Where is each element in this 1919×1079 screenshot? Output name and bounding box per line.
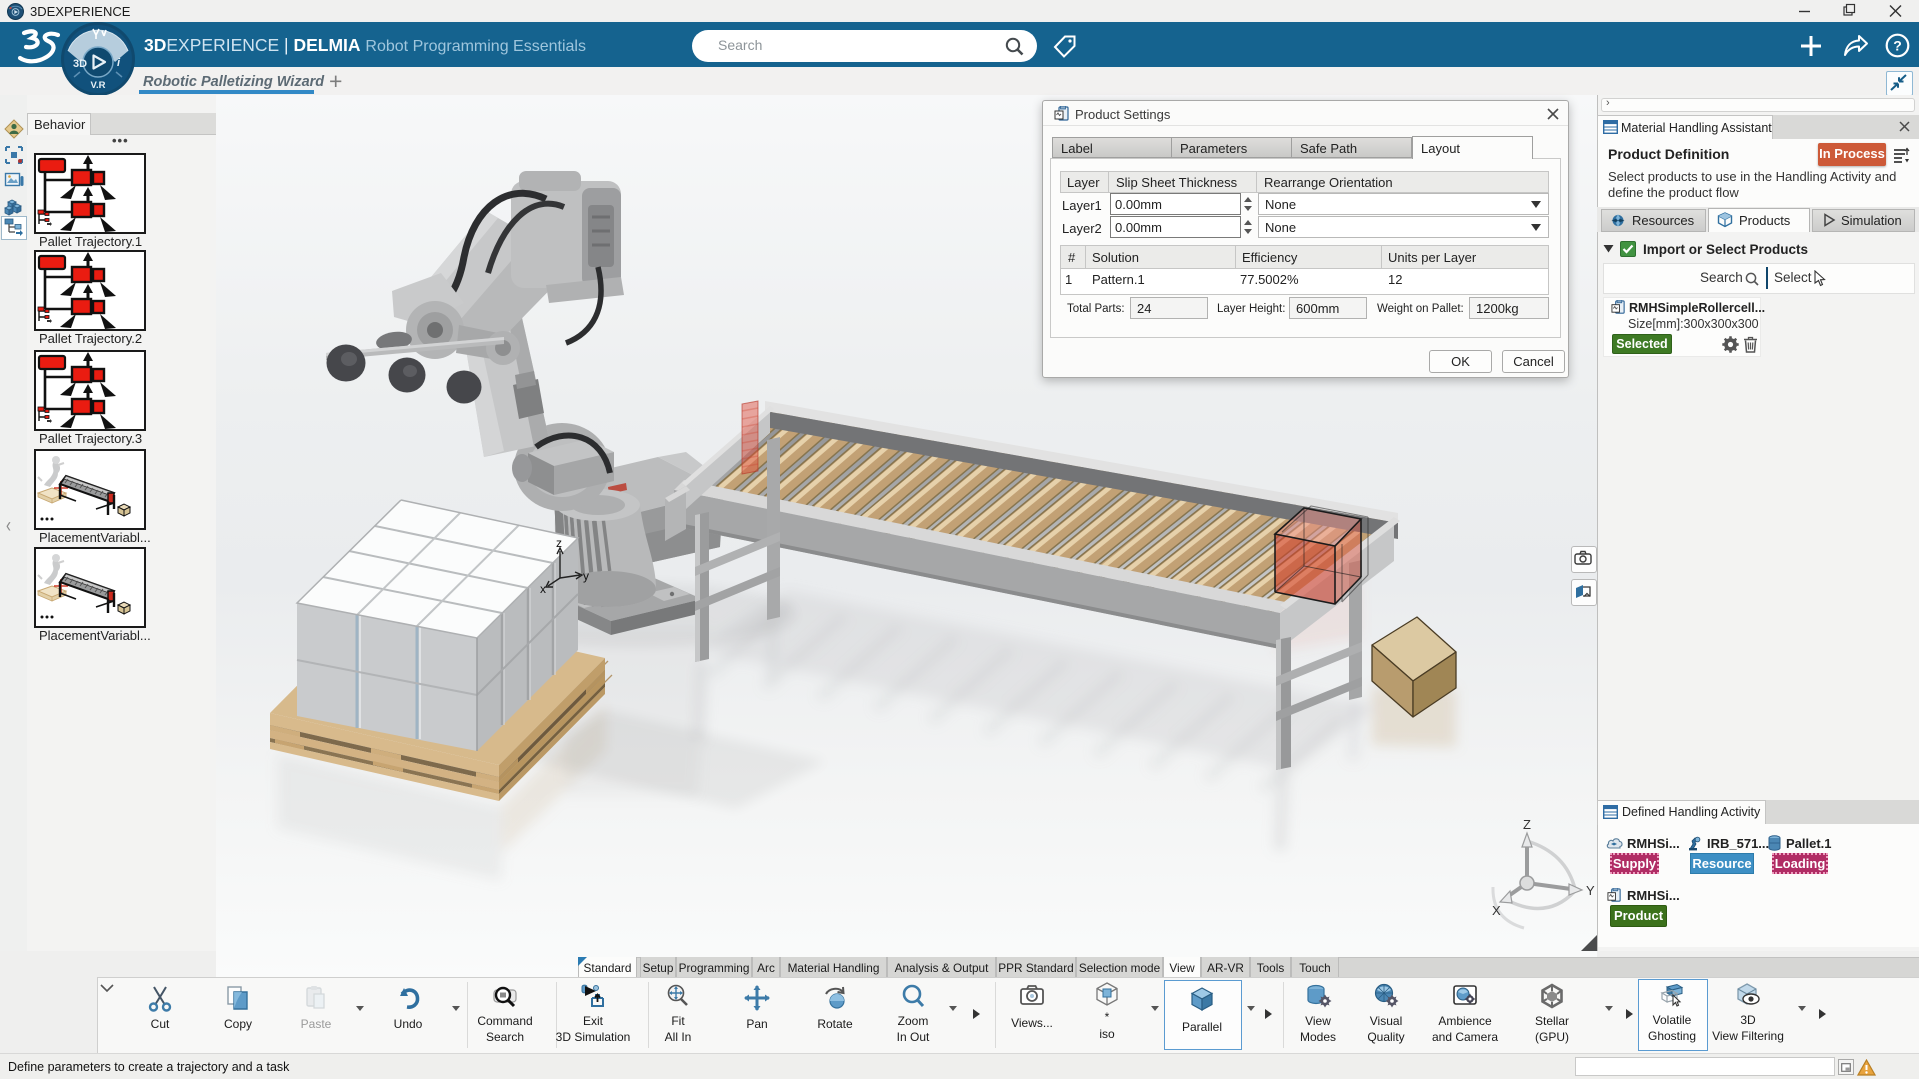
svg-text:Y: Y bbox=[1586, 883, 1595, 898]
svg-text:X: X bbox=[1492, 903, 1501, 918]
svg-text:V.R: V.R bbox=[91, 80, 106, 91]
svg-text:?: ? bbox=[1893, 38, 1902, 54]
svg-text:z: z bbox=[556, 536, 562, 550]
svg-text:3D: 3D bbox=[73, 58, 87, 70]
svg-text:y: y bbox=[583, 569, 589, 583]
svg-text:x: x bbox=[540, 582, 546, 596]
svg-text:Z: Z bbox=[1523, 817, 1531, 832]
